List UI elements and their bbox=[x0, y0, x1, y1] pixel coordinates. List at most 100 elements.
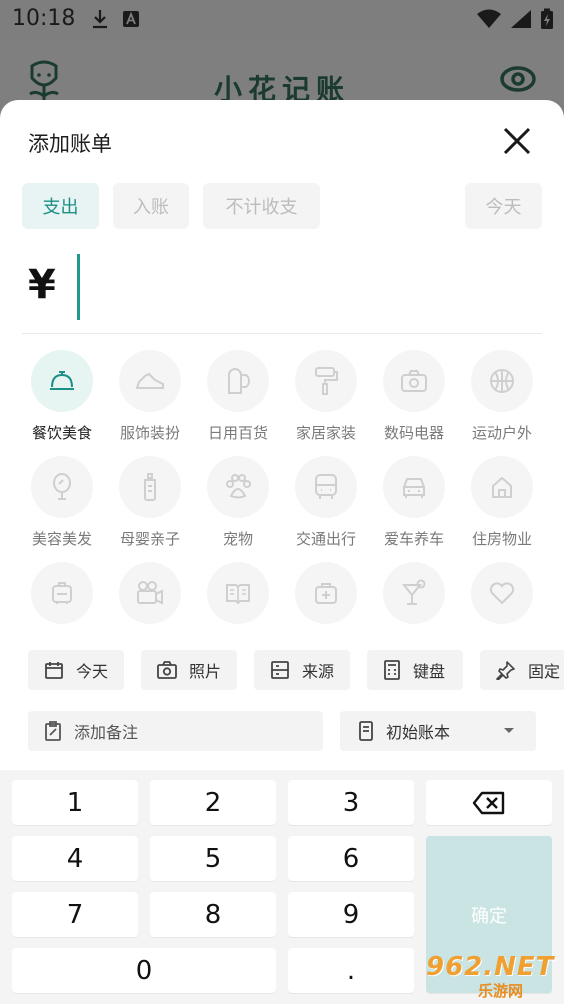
category-sports[interactable]: 运动户外 bbox=[458, 350, 546, 456]
shoe-icon bbox=[135, 372, 164, 389]
tool-row: 今天 照片 来源 键盘 固定 bbox=[28, 650, 564, 690]
category-label: 家居家装 bbox=[295, 424, 356, 442]
tab-expense[interactable]: 支出 bbox=[22, 183, 99, 229]
tab-no-count[interactable]: 不计收支 bbox=[203, 183, 320, 229]
backspace-icon bbox=[472, 791, 505, 814]
mirror-icon bbox=[53, 473, 71, 500]
add-note-field[interactable]: 添加备注 bbox=[28, 711, 323, 751]
close-icon[interactable] bbox=[502, 126, 532, 156]
calendar-icon bbox=[45, 662, 63, 679]
watermark-main: 962.NET bbox=[426, 952, 555, 982]
basketball-icon bbox=[490, 369, 514, 393]
key-4[interactable]: 4 bbox=[12, 836, 138, 881]
category-label: 住房物业 bbox=[471, 530, 532, 548]
watermark-logo: 962.NET 乐游网 bbox=[420, 952, 556, 1000]
ledger-icon bbox=[359, 721, 373, 741]
key-7[interactable]: 7 bbox=[12, 892, 138, 937]
account-book-select[interactable]: 初始账本 bbox=[340, 711, 536, 751]
currency-symbol: ¥ bbox=[28, 262, 56, 308]
key-0[interactable]: 0 bbox=[12, 948, 276, 993]
category-label: 运动户外 bbox=[471, 424, 532, 442]
category-dining[interactable]: 餐饮美食 bbox=[18, 350, 106, 456]
eye-icon[interactable] bbox=[500, 66, 536, 92]
video-camera-icon bbox=[137, 581, 163, 605]
category-label: 餐饮美食 bbox=[31, 424, 92, 442]
category-clothing[interactable]: 服饰装扮 bbox=[106, 350, 194, 456]
key-5[interactable]: 5 bbox=[150, 836, 276, 881]
category-label: 爱车养车 bbox=[383, 530, 444, 548]
sheet-title: 添加账单 bbox=[28, 132, 112, 156]
category-label: 日用百货 bbox=[207, 424, 268, 442]
key-dot[interactable]: . bbox=[288, 948, 414, 993]
amount-input[interactable]: ¥ bbox=[22, 250, 542, 334]
suitcase-icon bbox=[52, 582, 72, 604]
category-label: 母婴亲子 bbox=[119, 530, 180, 548]
tool-source[interactable]: 来源 bbox=[254, 650, 350, 690]
category-daily-goods[interactable]: 日用百货 bbox=[194, 350, 282, 456]
wifi-icon bbox=[477, 9, 501, 28]
account-book-label: 初始账本 bbox=[386, 723, 451, 742]
app-header: 小花记账 bbox=[0, 40, 564, 106]
tab-income[interactable]: 入账 bbox=[113, 183, 189, 229]
battery-icon bbox=[541, 8, 553, 29]
tool-keyboard[interactable]: 键盘 bbox=[367, 650, 463, 690]
key-1[interactable]: 1 bbox=[12, 780, 138, 825]
category-label: 美容美发 bbox=[31, 530, 92, 548]
note-edit-icon bbox=[45, 721, 61, 741]
tool-keyboard-label: 键盘 bbox=[413, 662, 446, 681]
car-icon bbox=[403, 478, 425, 498]
category-label: 交通出行 bbox=[295, 530, 356, 548]
date-today-chip[interactable]: 今天 bbox=[465, 183, 542, 229]
category-label: 宠物 bbox=[222, 530, 253, 548]
paw-icon bbox=[226, 474, 251, 499]
tool-photo[interactable]: 照片 bbox=[141, 650, 237, 690]
baby-bottle-icon bbox=[144, 473, 156, 501]
key-8[interactable]: 8 bbox=[150, 892, 276, 937]
house-icon bbox=[492, 477, 512, 498]
number-keypad: 1 2 3 4 5 6 7 8 9 0 . 确定 962.NET 乐游网 bbox=[0, 770, 564, 1004]
pin-icon bbox=[496, 661, 515, 680]
add-bill-sheet: 添加账单 支出 入账 不计收支 今天 ¥ 餐饮美食 服饰装扮 日用百货 家居家装… bbox=[0, 100, 564, 1004]
calculator-icon bbox=[384, 660, 400, 680]
category-beauty[interactable]: 美容美发 bbox=[18, 456, 106, 562]
a-notification-icon bbox=[123, 11, 139, 27]
category-digital[interactable]: 数码电器 bbox=[370, 350, 458, 456]
category-baby[interactable]: 母婴亲子 bbox=[106, 456, 194, 562]
add-note-label: 添加备注 bbox=[74, 723, 139, 742]
cocktail-icon bbox=[401, 579, 426, 605]
category-car[interactable]: 爱车养车 bbox=[370, 456, 458, 562]
tool-pin[interactable]: 固定 bbox=[480, 650, 564, 690]
category-pet[interactable]: 宠物 bbox=[194, 456, 282, 562]
camera-icon bbox=[157, 661, 177, 679]
backspace-button[interactable] bbox=[426, 780, 552, 825]
status-system bbox=[476, 8, 554, 30]
source-card-icon bbox=[271, 661, 289, 679]
watermark-sub: 乐游网 bbox=[478, 982, 524, 1000]
category-home[interactable]: 家居家装 bbox=[282, 350, 370, 456]
download-icon bbox=[93, 10, 107, 29]
tool-photo-label: 照片 bbox=[189, 662, 222, 681]
key-3[interactable]: 3 bbox=[288, 780, 414, 825]
category-housing[interactable]: 住房物业 bbox=[458, 456, 546, 562]
book-icon bbox=[226, 584, 250, 604]
tool-date-label: 今天 bbox=[76, 662, 109, 681]
paint-roller-icon bbox=[315, 367, 338, 395]
toilet-paper-icon bbox=[228, 368, 250, 394]
text-cursor bbox=[77, 254, 80, 320]
bus-icon bbox=[315, 474, 337, 499]
chevron-down-icon bbox=[504, 728, 514, 733]
status-notifications bbox=[92, 9, 140, 29]
key-2[interactable]: 2 bbox=[150, 780, 276, 825]
category-grid: 餐饮美食 服饰装扮 日用百货 家居家装 数码电器 运动户外 美容美发 母婴亲子 … bbox=[18, 350, 546, 668]
tool-source-label: 来源 bbox=[302, 662, 335, 681]
camera-icon bbox=[401, 370, 427, 392]
key-9[interactable]: 9 bbox=[288, 892, 414, 937]
medical-kit-icon bbox=[315, 583, 337, 604]
category-label: 数码电器 bbox=[383, 424, 444, 442]
status-bar: 10:18 bbox=[0, 0, 564, 40]
tool-pin-label: 固定 bbox=[528, 662, 561, 681]
key-6[interactable]: 6 bbox=[288, 836, 414, 881]
tool-date[interactable]: 今天 bbox=[28, 650, 124, 690]
category-transport[interactable]: 交通出行 bbox=[282, 456, 370, 562]
heart-icon bbox=[489, 582, 515, 605]
